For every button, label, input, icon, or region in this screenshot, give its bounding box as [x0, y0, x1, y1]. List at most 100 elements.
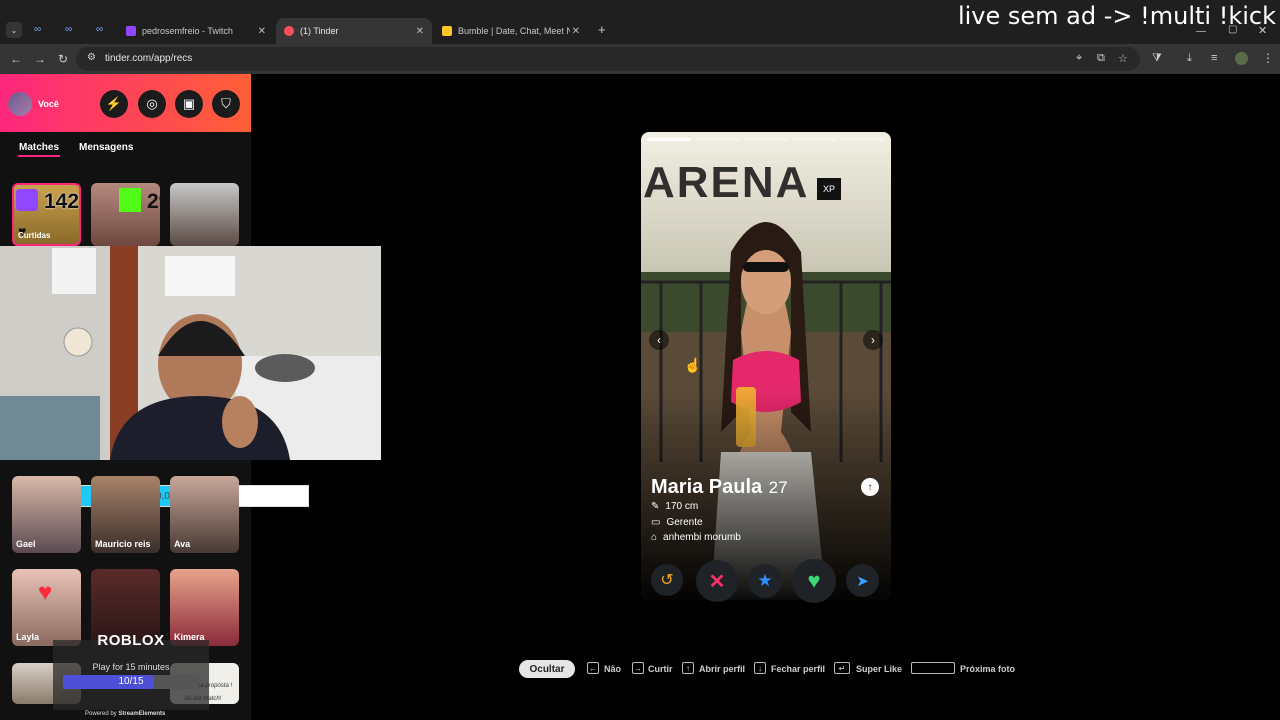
boost-button[interactable]: ⚡ — [100, 90, 128, 118]
powered-by-label: Powered by — [85, 711, 117, 717]
url-text[interactable]: tinder.com/app/recs — [105, 53, 192, 64]
download-icon[interactable]: ⤓ — [1187, 52, 1192, 65]
tab-bumble[interactable]: Bumble | Date, Chat, Meet New ✕ — [434, 18, 588, 44]
photo-indicator-bar[interactable] — [647, 138, 692, 141]
open-profile-button[interactable]: ↑ — [861, 478, 879, 496]
profile-name: Maria Paula — [651, 476, 763, 498]
meta-tab-icon[interactable]: ∞ — [65, 24, 72, 35]
photo-indicator-bar[interactable] — [743, 138, 789, 141]
profile-school-row: ⌂ anhembi morumb — [651, 532, 741, 543]
match-name: Mauricio reis — [95, 539, 151, 549]
likes-label: Curtidas — [18, 231, 51, 240]
cursor-hand-icon: ☝ — [684, 357, 702, 373]
photo-indicator-bar[interactable] — [695, 138, 740, 141]
star-icon: ★ — [757, 571, 773, 590]
twitch-viewer-count: 142 — [44, 190, 80, 213]
reload-icon[interactable]: ↻ — [58, 52, 68, 66]
rewind-button[interactable]: ↺ — [651, 564, 683, 596]
safety-button[interactable]: ⛉ — [212, 90, 240, 118]
match-name: Layla — [16, 632, 40, 642]
streamelements-brand: StreamElements — [118, 711, 166, 717]
tab-label: pedrosemfreio - Twitch — [142, 26, 233, 36]
meta-tab-icon[interactable]: ∞ — [34, 24, 41, 35]
chevron-left-icon: ‹ — [657, 333, 661, 347]
photo-sign-badge: XP — [817, 178, 841, 200]
tab-search-button[interactable]: ⌄ — [6, 22, 22, 38]
user-avatar[interactable] — [8, 92, 32, 116]
media-control-icon[interactable]: ≡ — [1211, 52, 1217, 64]
match-thumb[interactable]: Mauricio reis — [91, 476, 160, 553]
right-arrow-key-icon: → — [632, 662, 644, 674]
tab-twitch[interactable]: pedrosemfreio - Twitch ✕ — [118, 18, 274, 44]
next-photo-button[interactable]: › — [863, 330, 883, 350]
nope-button[interactable]: ✕ — [696, 560, 738, 602]
tinder-flame-icon — [284, 26, 294, 36]
close-icon[interactable]: ✕ — [416, 26, 424, 37]
forward-icon[interactable]: → — [34, 52, 46, 66]
profile-height: 170 cm — [665, 501, 699, 512]
active-tab-underline — [18, 155, 60, 157]
new-tab-button[interactable]: + — [598, 22, 606, 37]
arrow-up-icon: ↑ — [867, 481, 873, 493]
hide-hints-button[interactable]: Ocultar — [519, 660, 575, 678]
twitch-icon — [126, 26, 136, 36]
maximize-button[interactable]: ▢ — [1228, 24, 1237, 35]
previous-photo-button[interactable]: ‹ — [649, 330, 669, 350]
extensions-icon[interactable]: ⧩ — [1152, 52, 1162, 65]
like-button[interactable]: ♥ — [792, 559, 836, 603]
menu-kebab-icon[interactable]: ⋮ — [1262, 51, 1274, 65]
tab-tinder[interactable]: (1) Tinder ✕ — [276, 18, 432, 44]
hint-like: Curtir — [648, 664, 673, 674]
site-settings-icon[interactable]: ⚙ — [87, 52, 96, 63]
roblox-logo: ROBLOX — [97, 632, 165, 649]
tab-label: Bumble | Date, Chat, Meet New — [458, 26, 570, 36]
super-like-button[interactable]: ★ — [748, 564, 782, 598]
roblox-progress-text: 10/15 — [118, 676, 144, 687]
tab-messages[interactable]: Mensagens — [79, 142, 133, 153]
user-label[interactable]: Você — [38, 99, 59, 109]
kick-viewer-count: 29 — [147, 190, 171, 213]
match-thumb[interactable]: Gael — [12, 476, 81, 553]
bookmark-star-icon[interactable]: ☆ — [1118, 52, 1128, 65]
match-thumb[interactable] — [170, 183, 239, 246]
rewind-icon: ↺ — [660, 572, 674, 589]
roblox-progress-track: 10/15 — [63, 675, 199, 689]
install-icon[interactable]: ⧉ — [1097, 52, 1105, 65]
roblox-goal-overlay: ROBLOX Play for 15 minutes 10/15 — [53, 632, 209, 710]
profile-height-row: ✎ 170 cm — [651, 501, 698, 512]
ruler-icon: ✎ — [651, 501, 660, 512]
send-icon: ➤ — [856, 572, 869, 590]
compass-icon: ◎ — [146, 96, 158, 111]
lightning-icon: ⚡ — [105, 96, 123, 111]
profile-avatar-icon[interactable] — [1235, 52, 1248, 65]
minimize-button[interactable]: — — [1196, 26, 1206, 37]
tab-label: (1) Tinder — [300, 26, 339, 36]
shield-icon: ⛉ — [221, 96, 231, 111]
meta-tab-icon[interactable]: ∞ — [96, 24, 103, 35]
down-arrow-key-icon: ↓ — [754, 662, 766, 674]
hint-close-profile: Fechar perfil — [771, 664, 826, 674]
profile-school: anhembi morumb — [663, 532, 741, 543]
photo-indicator-bar[interactable] — [840, 138, 886, 141]
match-thumb[interactable]: Ava — [170, 476, 239, 553]
match-name: Gael — [16, 539, 36, 549]
back-icon[interactable]: ← — [10, 52, 22, 66]
tab-matches[interactable]: Matches — [19, 142, 59, 153]
hint-next-photo: Próxima foto — [960, 664, 1016, 674]
photo-indicator-bar[interactable] — [792, 138, 837, 141]
close-icon[interactable]: ✕ — [258, 26, 266, 37]
roblox-caption: Play for 15 minutes — [92, 662, 170, 672]
profile-age: 27 — [768, 478, 788, 497]
profile-name-row: Maria Paula 27 — [651, 476, 788, 499]
window-close-button[interactable]: ✕ — [1258, 24, 1267, 37]
match-name: Ava — [174, 539, 191, 549]
enter-key-icon: ↵ — [834, 662, 850, 674]
location-icon[interactable]: ⌖ — [1076, 52, 1082, 65]
kick-icon — [119, 188, 141, 212]
address-bar[interactable] — [76, 47, 1140, 71]
profile-card[interactable]: ARENA XP ‹ › ☝ Maria Paula 27 ↑ ✎ 170 cm… — [641, 132, 891, 600]
boost-button[interactable]: ➤ — [846, 564, 879, 597]
work-button[interactable]: ▣ — [175, 90, 203, 118]
close-icon[interactable]: ✕ — [572, 26, 580, 37]
explore-button[interactable]: ◎ — [138, 90, 166, 118]
